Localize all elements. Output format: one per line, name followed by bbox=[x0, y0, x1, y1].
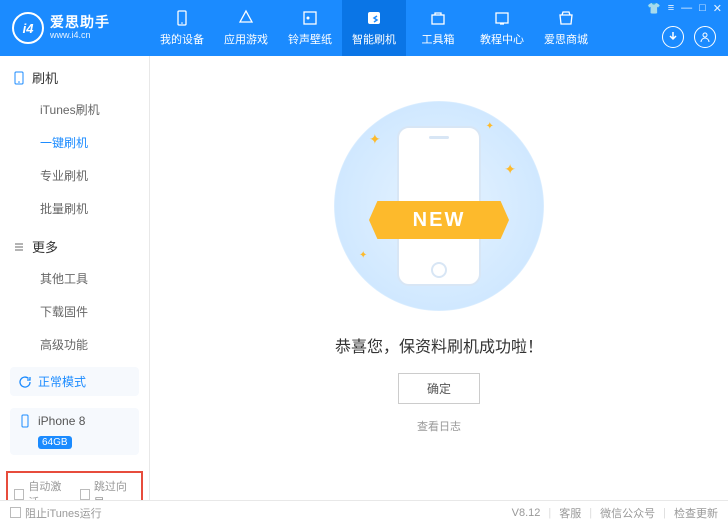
sidebar: 刷机 iTunes刷机一键刷机专业刷机批量刷机 更多 其他工具下载固件高级功能 … bbox=[0, 56, 150, 500]
apps-icon bbox=[237, 9, 255, 27]
main-content: NEW ✦ ✦ ✦ ✦ 恭喜您，保资料刷机成功啦！ 确定 查看日志 bbox=[150, 56, 728, 500]
phone-small-icon bbox=[18, 414, 32, 428]
tutorial-icon bbox=[493, 9, 511, 27]
storage-badge: 64GB bbox=[38, 436, 72, 449]
device-name: iPhone 8 bbox=[38, 414, 85, 428]
top-tab-label: 工具箱 bbox=[422, 31, 455, 47]
top-tab-store[interactable]: 爱思商城 bbox=[534, 0, 598, 56]
app-header: i4 爱思助手 www.i4.cn 我的设备 应用游戏 铃声壁纸 智能刷机 工具箱 教程中… bbox=[0, 0, 728, 56]
download-icon[interactable] bbox=[662, 26, 684, 48]
sidebar-item[interactable]: 专业刷机 bbox=[0, 159, 149, 192]
footer-link-update[interactable]: 检查更新 bbox=[674, 505, 718, 521]
view-logs-link[interactable]: 查看日志 bbox=[417, 418, 461, 434]
menu-icon[interactable]: ≡ bbox=[668, 2, 674, 15]
store-icon bbox=[557, 9, 575, 27]
top-tab-label: 我的设备 bbox=[160, 31, 204, 47]
minimize-icon[interactable]: — bbox=[681, 2, 692, 15]
footer-link-support[interactable]: 客服 bbox=[559, 505, 581, 521]
footer-link-wechat[interactable]: 微信公众号 bbox=[600, 505, 655, 521]
app-site: www.i4.cn bbox=[50, 31, 110, 41]
phone-icon bbox=[12, 71, 26, 85]
sidebar-section-more: 更多 bbox=[0, 225, 149, 262]
sidebar-item[interactable]: 高级功能 bbox=[0, 328, 149, 361]
menu-lines-icon bbox=[12, 240, 26, 254]
sidebar-item[interactable]: 下载固件 bbox=[0, 295, 149, 328]
app-name: 爱思助手 bbox=[50, 15, 110, 30]
user-icon[interactable] bbox=[694, 26, 716, 48]
success-illustration: NEW ✦ ✦ ✦ ✦ bbox=[334, 101, 544, 311]
footer: 阻止iTunes运行 V8.12 | 客服 | 微信公众号 | 检查更新 bbox=[0, 500, 728, 524]
sidebar-item[interactable]: 一键刷机 bbox=[0, 126, 149, 159]
sidebar-item[interactable]: 批量刷机 bbox=[0, 192, 149, 225]
sidebar-section-flash: 刷机 bbox=[0, 56, 149, 93]
mode-indicator[interactable]: 正常模式 bbox=[10, 367, 139, 396]
sidebar-section-title: 更多 bbox=[32, 237, 58, 256]
version-label: V8.12 bbox=[512, 507, 541, 519]
maximize-icon[interactable]: □ bbox=[699, 2, 706, 15]
top-tab-label: 爱思商城 bbox=[544, 31, 588, 47]
skin-icon[interactable]: 👕 bbox=[647, 2, 661, 15]
sidebar-item[interactable]: 其他工具 bbox=[0, 262, 149, 295]
top-tab-label: 应用游戏 bbox=[224, 31, 268, 47]
confirm-button[interactable]: 确定 bbox=[398, 373, 480, 404]
top-tabs: 我的设备 应用游戏 铃声壁纸 智能刷机 工具箱 教程中心 爱思商城 bbox=[150, 0, 598, 56]
refresh-icon bbox=[18, 375, 32, 389]
device-indicator[interactable]: iPhone 8 64GB bbox=[10, 408, 139, 455]
top-tab-media[interactable]: 铃声壁纸 bbox=[278, 0, 342, 56]
window-controls: 👕 ≡ — □ ✕ bbox=[647, 2, 722, 15]
top-tab-tools[interactable]: 工具箱 bbox=[406, 0, 470, 56]
new-ribbon: NEW bbox=[369, 201, 509, 239]
top-tab-flash[interactable]: 智能刷机 bbox=[342, 0, 406, 56]
block-itunes-checkbox[interactable]: 阻止iTunes运行 bbox=[10, 505, 102, 521]
top-tab-label: 教程中心 bbox=[480, 31, 524, 47]
top-tab-tutorial[interactable]: 教程中心 bbox=[470, 0, 534, 56]
top-tab-device[interactable]: 我的设备 bbox=[150, 0, 214, 56]
top-tab-label: 智能刷机 bbox=[352, 31, 396, 47]
sidebar-item[interactable]: iTunes刷机 bbox=[0, 93, 149, 126]
success-message: 恭喜您，保资料刷机成功啦！ bbox=[335, 333, 543, 357]
logo-area: i4 爱思助手 www.i4.cn bbox=[0, 12, 150, 44]
top-tab-apps[interactable]: 应用游戏 bbox=[214, 0, 278, 56]
device-icon bbox=[173, 9, 191, 27]
mode-label: 正常模式 bbox=[38, 373, 86, 390]
media-icon bbox=[301, 9, 319, 27]
tools-icon bbox=[429, 9, 447, 27]
flash-icon bbox=[365, 9, 383, 27]
top-tab-label: 铃声壁纸 bbox=[288, 31, 332, 47]
close-icon[interactable]: ✕ bbox=[713, 2, 722, 15]
logo-icon: i4 bbox=[12, 12, 44, 44]
sidebar-section-title: 刷机 bbox=[32, 68, 58, 87]
